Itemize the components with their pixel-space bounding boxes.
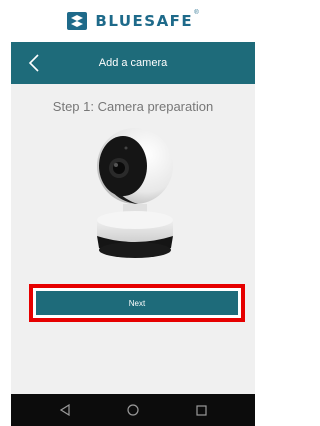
nav-back-button[interactable] <box>56 401 74 419</box>
triangle-back-icon <box>60 404 70 416</box>
square-recents-icon <box>195 404 207 416</box>
app-bar: Add a camera <box>11 42 255 84</box>
registered-mark: ® <box>194 10 199 16</box>
next-button[interactable]: Next <box>36 291 238 315</box>
nav-home-button[interactable] <box>124 401 142 419</box>
brand-header: BLUESAFE ® <box>0 0 266 42</box>
circle-home-icon <box>127 404 139 416</box>
page-title: Add a camera <box>98 57 168 69</box>
bluesafe-logo-icon <box>67 12 88 30</box>
next-button-highlight: Next <box>29 284 245 322</box>
main-content: Step 1: Camera preparation Next <box>11 84 255 394</box>
camera-illustration <box>97 128 173 258</box>
brand-name: BLUESAFE <box>95 12 194 30</box>
system-nav-bar <box>11 394 255 426</box>
step-title: Step 1: Camera preparation <box>52 99 214 114</box>
nav-recents-button[interactable] <box>192 401 210 419</box>
